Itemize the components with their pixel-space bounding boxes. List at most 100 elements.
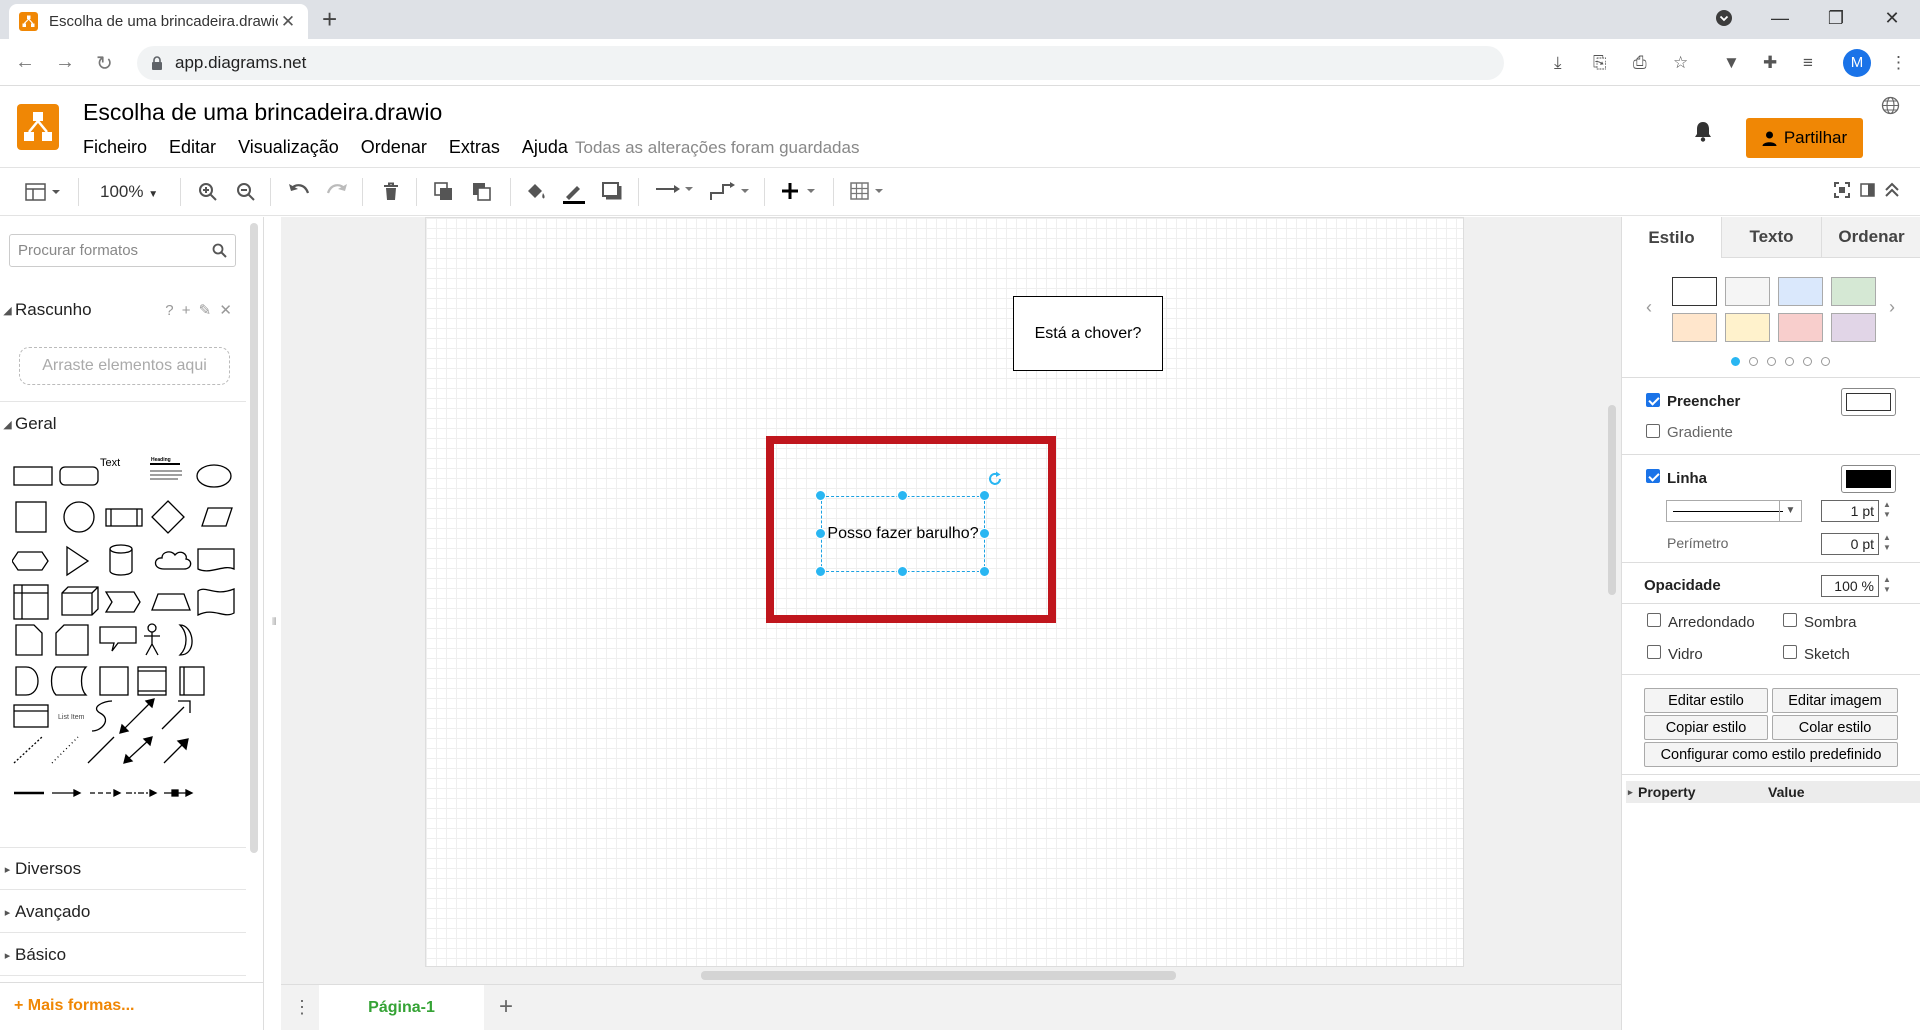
line-color-picker[interactable] [1841, 465, 1896, 493]
style-swatch[interactable] [1725, 313, 1770, 342]
style-swatch[interactable] [1831, 277, 1876, 306]
shape-search-input[interactable]: Procurar formatos [9, 234, 236, 267]
menu-ficheiro[interactable]: Ficheiro [83, 137, 147, 158]
copy-style-button[interactable]: Copiar estilo [1644, 715, 1768, 740]
pages-menu-icon[interactable]: ⋮ [293, 997, 311, 1018]
swatch-page-dot[interactable] [1749, 357, 1758, 366]
paste-style-button[interactable]: Colar estilo [1772, 715, 1898, 740]
media-queue-icon[interactable]: ≡ [1803, 53, 1813, 73]
tab-estilo[interactable]: Estilo [1622, 217, 1721, 258]
collapse-icon[interactable] [1884, 182, 1900, 198]
resize-handle-n[interactable] [897, 490, 908, 501]
diagram-page[interactable]: Está a chover? Posso fazer barulho? [425, 217, 1464, 967]
share-button[interactable]: Partilhar [1746, 118, 1863, 158]
diagram-canvas[interactable]: Está a chover? Posso fazer barulho? [281, 217, 1621, 984]
shapes-panel-scrollbar[interactable] [250, 223, 258, 853]
waypoints-icon[interactable] [709, 182, 751, 202]
edit-image-button[interactable]: Editar imagem [1772, 688, 1898, 713]
perimeter-input[interactable]: 0 pt [1821, 533, 1879, 555]
menu-ajuda[interactable]: Ajuda [522, 137, 568, 158]
basic-section-header[interactable]: ▸ Básico [0, 945, 66, 965]
menu-ordenar[interactable]: Ordenar [361, 137, 427, 158]
swatch-page-dot[interactable] [1821, 357, 1830, 366]
style-swatch[interactable] [1725, 277, 1770, 306]
reload-icon[interactable]: ↻ [96, 51, 113, 76]
style-swatch[interactable] [1672, 313, 1717, 342]
swatch-next-icon[interactable]: › [1889, 297, 1895, 318]
close-window-icon[interactable]: ✕ [1864, 8, 1920, 29]
search-icon[interactable] [212, 243, 227, 258]
general-shapes-palette[interactable]: List Item [12, 457, 238, 847]
restore-icon[interactable]: ❐ [1808, 8, 1864, 29]
format-panel-icon[interactable] [1860, 182, 1876, 198]
fullscreen-icon[interactable] [1834, 182, 1850, 198]
line-width-stepper[interactable]: ▲ ▼ [1881, 500, 1893, 522]
to-front-icon[interactable] [434, 182, 454, 202]
resize-handle-e[interactable] [979, 528, 990, 539]
general-section-header[interactable]: ◢ Geral [0, 414, 56, 434]
swatch-page-dot[interactable] [1767, 357, 1776, 366]
zoom-level[interactable]: 100% ▼ [100, 182, 158, 202]
omnibox[interactable]: app.diagrams.net [137, 46, 1504, 80]
resize-handle-se[interactable] [979, 566, 990, 577]
translate-icon[interactable]: ⎘ [1593, 53, 1607, 73]
more-shapes-button[interactable]: + Mais formas... [14, 997, 135, 1015]
zoom-in-icon[interactable] [198, 182, 217, 201]
shape-esta-a-chover[interactable]: Está a chover? [1013, 296, 1163, 371]
extension-shield-icon[interactable]: ▼ [1723, 53, 1740, 73]
document-title[interactable]: Escolha de uma brincadeira.drawio [83, 99, 442, 126]
swatch-page-dot-active[interactable] [1731, 357, 1740, 366]
gradient-checkbox[interactable] [1646, 424, 1660, 438]
tab-texto[interactable]: Texto [1721, 217, 1821, 258]
save-status[interactable]: Todas as alterações foram guardadas [575, 138, 859, 158]
resize-handle-w[interactable] [815, 528, 826, 539]
tab-ordenar[interactable]: Ordenar [1821, 217, 1920, 258]
minimize-icon[interactable]: — [1752, 8, 1808, 29]
fill-color-picker[interactable] [1841, 388, 1896, 416]
swatch-page-dot[interactable] [1803, 357, 1812, 366]
edit-style-button[interactable]: Editar estilo [1644, 688, 1768, 713]
fill-color-icon[interactable] [525, 182, 547, 202]
advanced-section-header[interactable]: ▸ Avançado [0, 902, 91, 922]
swatch-prev-icon[interactable]: ‹ [1646, 297, 1652, 318]
close-tab-icon[interactable]: ✕ [278, 12, 298, 32]
line-color-icon[interactable] [562, 182, 586, 204]
resize-handle-s[interactable] [897, 566, 908, 577]
browser-tab[interactable]: Escolha de uma brincadeira.drawio ✕ [9, 4, 308, 39]
shadow-checkbox[interactable] [1783, 613, 1797, 627]
horizontal-scrollbar[interactable] [701, 971, 1176, 980]
undo-icon[interactable] [288, 182, 310, 198]
collapsed-triangle-icon[interactable]: ▸ [1628, 787, 1638, 798]
rotate-handle-icon[interactable] [987, 471, 1003, 487]
glass-checkbox[interactable] [1647, 645, 1661, 659]
sketch-checkbox[interactable] [1783, 645, 1797, 659]
rounded-checkbox[interactable] [1647, 613, 1661, 627]
redo-icon[interactable] [326, 182, 348, 198]
scratchpad-actions-icons[interactable]: ? + ✎ ✕ [165, 301, 234, 319]
style-swatch[interactable] [1831, 313, 1876, 342]
drawio-logo[interactable] [17, 104, 59, 150]
resize-handle-ne[interactable] [979, 490, 990, 501]
panel-resize-handle[interactable]: ⦀ [272, 617, 276, 628]
share-page-icon[interactable]: ⎙ [1633, 53, 1647, 73]
selected-shape-posso-fazer-barulho[interactable]: Posso fazer barulho? [821, 496, 985, 572]
tab-search-icon[interactable] [1696, 9, 1752, 27]
tab-pagina-1[interactable]: Página-1 [319, 985, 484, 1031]
scratchpad-dropzone[interactable]: Arraste elementos aqui [19, 347, 230, 385]
vertical-scrollbar[interactable] [1608, 405, 1616, 595]
fill-checkbox[interactable] [1646, 393, 1660, 407]
language-globe-icon[interactable] [1881, 96, 1900, 115]
menu-extras[interactable]: Extras [449, 137, 500, 158]
swatch-page-dot[interactable] [1785, 357, 1794, 366]
line-checkbox[interactable] [1646, 469, 1660, 483]
perimeter-stepper[interactable]: ▲ ▼ [1881, 533, 1893, 555]
install-app-icon[interactable]: ⤓ [1554, 53, 1562, 73]
misc-section-header[interactable]: ▸ Diversos [0, 859, 81, 879]
style-swatch[interactable] [1672, 277, 1717, 306]
line-width-input[interactable]: 1 pt [1821, 500, 1879, 522]
style-swatch[interactable] [1778, 313, 1823, 342]
connection-style-icon[interactable] [655, 182, 695, 196]
extensions-puzzle-icon[interactable]: ✚ [1763, 53, 1777, 73]
line-pattern-select[interactable]: ▼ [1666, 500, 1802, 522]
forward-icon[interactable]: → [55, 51, 75, 74]
